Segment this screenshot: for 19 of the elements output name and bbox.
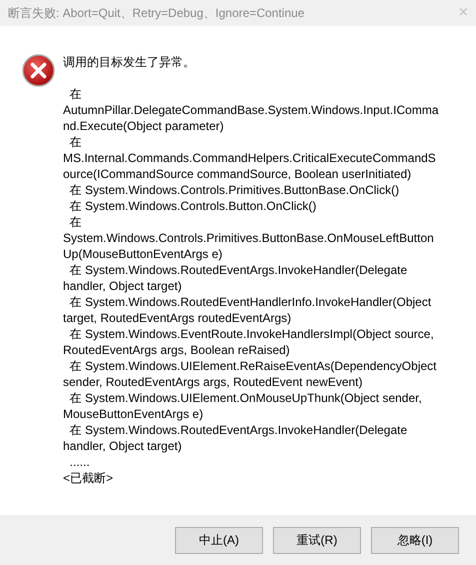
dialog-button[interactable]: 中止(A) — [175, 526, 263, 554]
window-title: 断言失败: Abort=Quit、Retry=Debug、Ignore=Continue — [8, 5, 304, 22]
error-heading: 调用的目标发生了异常。 — [63, 54, 196, 70]
stack-trace-line: 在 System.Windows.UIElement.OnMouseUpThunk(Object sender, MouseButtonEventArgs e) — [63, 390, 423, 422]
error-icon — [22, 54, 55, 87]
stack-trace-line: 在 System.Windows.Controls.Primitives.ButtonBase.OnMouseLeftButtonUp(MouseButtonEventArgs e) — [63, 214, 435, 262]
stack-trace-line: 在 System.Windows.RoutedEventArgs.InvokeHandler(Delegate handler, Object target) — [63, 422, 408, 454]
stack-trace-line: 在 AutumnPillar.DelegateCommandBase.System.Windows.Input.ICommand.Execute(Object parameter) — [63, 86, 439, 134]
stack-trace-line: 在 System.Windows.Controls.Primitives.ButtonBase.OnClick() — [68, 182, 400, 198]
stack-trace-line: 在 System.Windows.UIElement.ReRaiseEventAs(DependencyObject sender, RoutedEventArgs args, RoutedEvent newEvent) — [63, 358, 438, 390]
stack-trace-line: 在 System.Windows.EventRoute.InvokeHandlersImpl(Object source, RoutedEventArgs args, Boolean reRaised) — [63, 326, 435, 358]
truncated-note: <已截断> — [63, 470, 114, 486]
dialog-button[interactable]: 忽略(I) — [371, 526, 459, 554]
stack-trace-line: 在 System.Windows.RoutedEventArgs.InvokeHandler(Delegate handler, Object target) — [63, 262, 408, 294]
dialog-button[interactable]: 重试(R) — [273, 526, 361, 554]
stack-trace-line: 在 System.Windows.RoutedEventHandlerInfo.InvokeHandler(Object target, RoutedEventArgs routedEventArgs) — [63, 294, 432, 326]
stack-trace-line: 在 MS.Internal.Commands.CommandHelpers.CriticalExecuteCommandSource(ICommandSource commandSource, Boolean userInitiated) — [63, 134, 437, 182]
stack-trace-line: 在 System.Windows.Controls.Button.OnClick() — [68, 198, 318, 214]
stack-trace-line: ...... — [68, 454, 91, 470]
